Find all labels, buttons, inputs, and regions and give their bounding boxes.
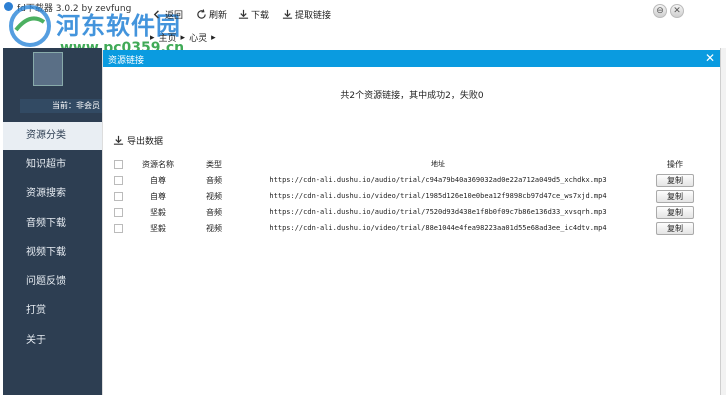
breadcrumb-current[interactable]: 心灵: [189, 31, 207, 44]
close-icon: ✕: [673, 6, 681, 16]
select-all-checkbox[interactable]: [113, 159, 123, 169]
refresh-icon: [197, 9, 206, 19]
row-name: 坚毅: [150, 223, 166, 233]
row-name: 坚毅: [150, 207, 166, 217]
download-label: 下载: [251, 11, 270, 21]
sidebar-item-knowledge-market[interactable]: 知识超市: [3, 151, 102, 179]
row-checkbox-cell: [109, 188, 127, 204]
copy-button[interactable]: 复制: [656, 221, 694, 235]
table-row: 自尊 音频 https://cdn-ali.dushu.io/audio/tri…: [109, 172, 713, 188]
row-name: 自尊: [150, 191, 166, 201]
row-type: 音频: [206, 207, 222, 217]
copy-button[interactable]: 复制: [656, 205, 694, 219]
row-checkbox-cell: [109, 220, 127, 236]
row-checkbox[interactable]: [113, 191, 123, 201]
row-op-cell: 复制: [637, 188, 713, 204]
sidebar-item-audio-download[interactable]: 音频下载: [3, 210, 102, 238]
back-arrow-icon: [153, 10, 159, 19]
row-name: 自尊: [150, 175, 166, 185]
window-edge: [720, 48, 726, 395]
breadcrumb-arrow-icon: ▸: [180, 32, 186, 43]
row-checkbox-cell: [109, 172, 127, 188]
row-address: https://cdn-ali.dushu.io/video/trial/88e…: [269, 224, 607, 232]
row-address: https://cdn-ali.dushu.io/audio/trial/c94…: [269, 176, 607, 184]
back-label: 返回: [165, 11, 184, 21]
back-button[interactable]: 返回: [152, 8, 183, 21]
row-checkbox-cell: [109, 204, 127, 220]
breadcrumb-home[interactable]: 主页: [159, 31, 177, 44]
sidebar-item-resource-search[interactable]: 资源搜索: [3, 180, 102, 208]
table-header-row: 资源名称 类型 地址 操作: [109, 156, 713, 172]
sidebar-item-about[interactable]: 关于: [3, 327, 102, 355]
avatar: [33, 52, 63, 86]
row-op-cell: 复制: [637, 204, 713, 220]
breadcrumb-arrow-icon: ▸: [150, 32, 155, 43]
sidebar-item-video-download[interactable]: 视频下载: [3, 239, 102, 267]
minimize-icon: ⊖: [656, 6, 664, 16]
download-icon: [238, 9, 249, 19]
export-data-button[interactable]: 导出数据: [113, 134, 163, 147]
dialog-header: 资源链接 ✕: [103, 50, 721, 67]
row-type: 音频: [206, 175, 222, 185]
download-button[interactable]: 下载: [238, 8, 269, 21]
export-icon: [113, 135, 124, 145]
row-type: 视频: [206, 223, 222, 233]
select-all-checkbox-cell: [109, 156, 127, 172]
header-name: 资源名称: [142, 159, 174, 169]
header-type: 类型: [206, 159, 222, 169]
sidebar-item-resource-categories[interactable]: 资源分类: [3, 122, 102, 150]
row-op-cell: 复制: [637, 220, 713, 236]
refresh-button[interactable]: 刷新: [196, 8, 227, 21]
resource-links-dialog: 资源链接 ✕ 共2个资源链接，其中成功2，失败0 导出数据 资源名称 类型 地址…: [102, 50, 721, 395]
row-address: https://cdn-ali.dushu.io/video/trial/198…: [269, 192, 607, 200]
copy-button[interactable]: 复制: [656, 189, 694, 203]
row-checkbox[interactable]: [113, 175, 123, 185]
watermark-logo: [9, 5, 51, 47]
header-op: 操作: [667, 159, 683, 169]
refresh-label: 刷新: [209, 11, 228, 21]
resource-table: 资源名称 类型 地址 操作 自尊 音频 https://cdn-ali.dush…: [109, 156, 713, 236]
row-address: https://cdn-ali.dushu.io/audio/trial/752…: [269, 208, 607, 216]
breadcrumb: ▸ 主页 ▸ 心灵 ▸: [150, 31, 216, 45]
dialog-title: 资源链接: [108, 56, 145, 66]
table-row: 坚毅 音频 https://cdn-ali.dushu.io/audio/tri…: [109, 204, 713, 220]
header-address: 地址: [431, 160, 445, 168]
download-icon: [282, 9, 293, 19]
extract-links-label: 提取链接: [295, 11, 332, 21]
sidebar-item-donate[interactable]: 打赏: [3, 297, 102, 325]
member-status: 当前：非会员: [20, 99, 102, 113]
sidebar-item-feedback[interactable]: 问题反馈: [3, 268, 102, 296]
table-row: 自尊 视频 https://cdn-ali.dushu.io/video/tri…: [109, 188, 713, 204]
close-button[interactable]: ✕: [670, 4, 684, 18]
extract-links-button[interactable]: 提取链接: [282, 8, 331, 21]
sidebar: 当前：非会员 资源分类 知识超市 资源搜索 音频下载 视频下载 问题反馈 打赏 …: [3, 48, 102, 395]
minimize-button[interactable]: ⊖: [653, 4, 667, 18]
export-data-label: 导出数据: [127, 137, 164, 147]
summary-text: 共2个资源链接，其中成功2，失败0: [340, 91, 484, 101]
row-checkbox[interactable]: [113, 207, 123, 217]
breadcrumb-arrow-icon: ▸: [211, 32, 216, 43]
row-checkbox[interactable]: [113, 223, 123, 233]
row-op-cell: 复制: [637, 172, 713, 188]
copy-button[interactable]: 复制: [656, 173, 694, 187]
row-type: 视频: [206, 191, 222, 201]
table-row: 坚毅 视频 https://cdn-ali.dushu.io/video/tri…: [109, 220, 713, 236]
dialog-close-icon[interactable]: ✕: [705, 51, 715, 65]
